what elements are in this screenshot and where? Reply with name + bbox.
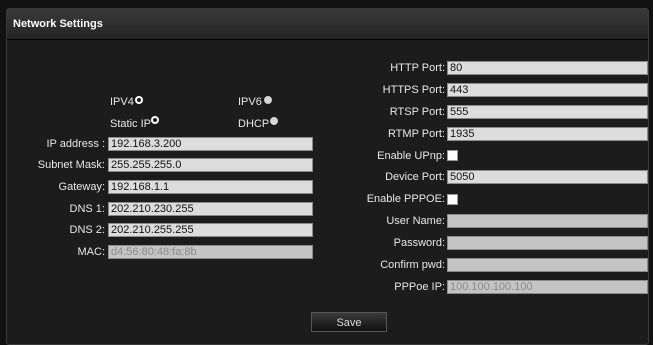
rtsp-port-input[interactable] — [447, 105, 648, 119]
gateway-input[interactable] — [108, 180, 313, 194]
user-name-input[interactable] — [447, 214, 648, 228]
rtsp-port-label: RTSP Port: — [389, 106, 445, 118]
gateway-label: Gateway: — [58, 181, 105, 193]
http-port-label: HTTP Port: — [390, 62, 445, 74]
ipv4-label: IPV4 — [110, 96, 134, 108]
mac-label: MAC: — [77, 246, 106, 258]
ip-address-input[interactable] — [108, 137, 313, 151]
ipv6-label: IPV6 — [238, 96, 262, 108]
rtmp-port-label: RTMP Port: — [387, 128, 445, 140]
subnet-mask-label: Subnet Mask: — [37, 159, 105, 171]
ip-address-label: IP address : — [46, 138, 106, 150]
password-label: Password: — [393, 237, 445, 249]
enable-pppoe-label: Enable PPPOE: — [366, 193, 445, 205]
enable-pppoe-checkbox[interactable] — [447, 194, 458, 205]
enable-upnp-label: Enable UPnp: — [377, 150, 445, 162]
ipv6-radio[interactable] — [264, 96, 272, 104]
dns1-label: DNS 1: — [69, 203, 105, 215]
ipv4-radio[interactable] — [135, 96, 143, 104]
dns2-label: DNS 2: — [69, 224, 105, 236]
dhcp-radio[interactable] — [270, 117, 278, 125]
panel-header: Network Settings — [7, 9, 648, 40]
static-ip-label: Static IP — [110, 118, 151, 130]
network-settings-panel: Network Settings IPV4 IPV6 Static IP DHC… — [6, 8, 649, 345]
dhcp-label: DHCP — [238, 118, 270, 130]
user-name-label: User Name: — [386, 215, 445, 227]
device-port-input[interactable] — [447, 170, 648, 184]
password-input[interactable] — [447, 236, 648, 250]
enable-upnp-checkbox[interactable] — [447, 150, 458, 161]
dns2-input[interactable] — [108, 223, 313, 237]
static-ip-radio[interactable] — [151, 116, 159, 124]
pppoe-ip-input[interactable] — [447, 280, 648, 294]
subnet-mask-input[interactable] — [108, 158, 313, 172]
https-port-input[interactable] — [447, 83, 648, 97]
https-port-label: HTTPS Port: — [382, 84, 445, 96]
panel-title: Network Settings — [13, 18, 103, 30]
pppoe-ip-label: PPPoe IP: — [394, 281, 445, 293]
confirm-pwd-input[interactable] — [447, 258, 648, 272]
confirm-pwd-label: Confirm pwd: — [380, 259, 445, 271]
mac-input — [108, 245, 313, 259]
rtmp-port-input[interactable] — [447, 127, 648, 141]
http-port-input[interactable] — [447, 61, 648, 75]
dns1-input[interactable] — [108, 202, 313, 216]
device-port-label: Device Port: — [385, 171, 445, 183]
save-button[interactable]: Save — [311, 312, 387, 332]
